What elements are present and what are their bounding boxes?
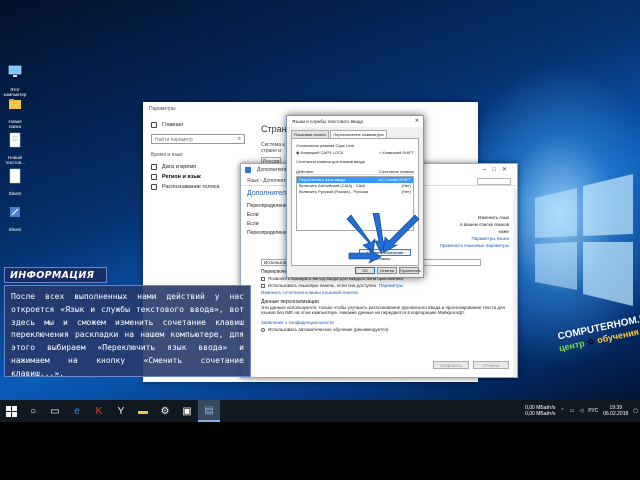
volume-icon[interactable]: ◁ [579,408,583,414]
clock-icon [151,164,157,170]
task-view-button[interactable]: ▭ [44,400,66,422]
auto-learning-radio[interactable]: Использовать автоматическое обучение (ре… [261,326,511,333]
scrollbar[interactable] [513,188,517,377]
chevron-up-icon[interactable]: ⌃ [560,408,564,414]
tab-language-bar[interactable]: Языковая панель [291,130,330,138]
cancel-button[interactable]: Отмена [377,267,397,274]
desktop-icon-sleam-app[interactable]: Sleam [2,204,28,232]
microphone-icon [151,184,157,190]
dialog-tabs: Языковая панель Переключение клавиатуры [291,130,419,138]
window-controls[interactable]: –□✕ [483,166,513,173]
desktop: Этот компьютер Новая папка Новый текстов… [0,0,640,400]
taskbar-app-6[interactable]: ▣ [176,400,198,422]
folder-icon [9,99,21,109]
computer-icon [8,65,22,77]
language-indicator[interactable]: РУС [588,408,598,414]
ok-button[interactable]: ОК [355,267,375,274]
home-icon [151,122,157,128]
taskbar-app-1[interactable]: e [66,400,88,422]
apply-button[interactable]: Применить [399,267,421,274]
desktop-icon-folder[interactable]: Новая папка [2,96,28,129]
shift-radio[interactable]: Клавишей SHIFT [379,150,414,155]
clock[interactable]: 19:39 06.02.2018 [603,405,628,417]
kaspersky-icon: K [95,405,103,417]
privacy-link[interactable]: Заявление о конфиденциальности [261,319,511,326]
language-icon [151,174,157,180]
text-file-icon [9,132,21,148]
sidebar-item-region-language[interactable]: Регион и язык [151,172,245,182]
search-icon: ⌕ [237,136,241,142]
network-icon[interactable]: ▭ [570,408,575,414]
desktop-icon-computer[interactable]: Этот компьютер [2,64,28,97]
search-icon: ○ [29,405,37,417]
caps-lock-radio[interactable]: Клавишей CAPS LOCK [296,150,344,155]
yandex-icon: Y [117,405,125,417]
apply-language-link[interactable]: Применить языковые параметры [440,242,509,249]
close-icon[interactable]: ✕ [415,118,419,124]
brand-logo: COMPUTERHOM.RU центр ☆ обучения [556,311,640,354]
video-letterbox [0,422,640,480]
network-speed: 0,00 МБайт/s 0,00 МБайт/s [525,405,556,417]
taskbar-app-control-panel[interactable]: ▤ [198,400,220,422]
info-text: После всех выполненных нами действий у н… [4,285,251,378]
taskbar-app-5[interactable]: ⚙ [154,400,176,422]
taskbar-app-3[interactable]: Y [110,400,132,422]
hotkeys-list-header: Действие Сочетание клавиш [296,169,414,175]
control-panel-icon: ▤ [204,404,214,416]
file-icon [9,168,21,184]
options-right-column: Изменить язык в вашем списке языков ниже… [439,215,509,249]
save-button[interactable]: Сохранить [433,361,469,369]
sidebar-item-speech[interactable]: Распознавание голоса [151,182,245,192]
start-button[interactable] [0,400,22,422]
app-icon: ▣ [182,405,192,417]
sidebar-item-home[interactable]: Главная [151,120,245,130]
pointer-arrows-icon [346,213,420,264]
cancel-button[interactable]: Отмена [473,361,509,369]
dialog-titlebar: Языки и службы текстового ввода ✕ [287,116,423,127]
folder-icon: ▬ [138,405,148,417]
tab-keyboard-switch[interactable]: Переключение клавиатуры [330,130,387,138]
language-settings-link[interactable]: Параметры языка [440,235,509,242]
sidebar-section-title: Время и язык [151,152,183,158]
dialog-buttons: ОК Отмена Применить [355,267,421,274]
system-tray: 0,00 МБайт/s 0,00 МБайт/s ⌃ ▭ ◁ РУС 19:3… [525,400,638,422]
gear-icon: ⚙ [160,405,170,417]
settings-title: Параметры [149,106,176,112]
change-hotkeys-link[interactable]: Изменить сочетания клавиш языковой панел… [261,289,511,296]
options-footer: Сохранить Отмена [433,361,509,369]
search-input[interactable] [477,178,511,185]
sidebar-item-date-time[interactable]: Дата и время [151,162,245,172]
task-view-icon: ▭ [50,405,60,417]
caps-lock-radios: Клавишей CAPS LOCK Клавишей SHIFT [296,150,414,155]
desktop-icon-sleam-file[interactable]: Sleam [2,168,28,196]
language-bar-checkbox[interactable]: Использовать языковую панель, если она д… [261,282,511,289]
control-panel-icon [245,167,251,173]
desktop-icon-text-file[interactable]: Новый текстов... [2,132,28,165]
edge-icon: e [74,405,80,417]
info-title: ИНФОРМАЦИЯ [4,267,107,283]
notifications-icon[interactable]: ▢ [633,408,638,414]
taskbar: ○ ▭ e K Y ▬ ⚙ ▣ ▤ 0,00 МБайт/s 0,00 МБай… [0,400,640,422]
taskbar-app-4[interactable]: ▬ [132,400,154,422]
list-item[interactable]: Включить Русский (Россия) - Русская (Нет… [297,189,413,195]
windows-logo-wallpaper [535,174,633,306]
taskbar-app-2[interactable]: K [88,400,110,422]
search-taskbar-button[interactable]: ○ [22,400,44,422]
settings-search-input[interactable]: Найти параметр ⌕ [151,134,245,144]
windows-icon [5,405,17,417]
app-icon [10,207,20,217]
